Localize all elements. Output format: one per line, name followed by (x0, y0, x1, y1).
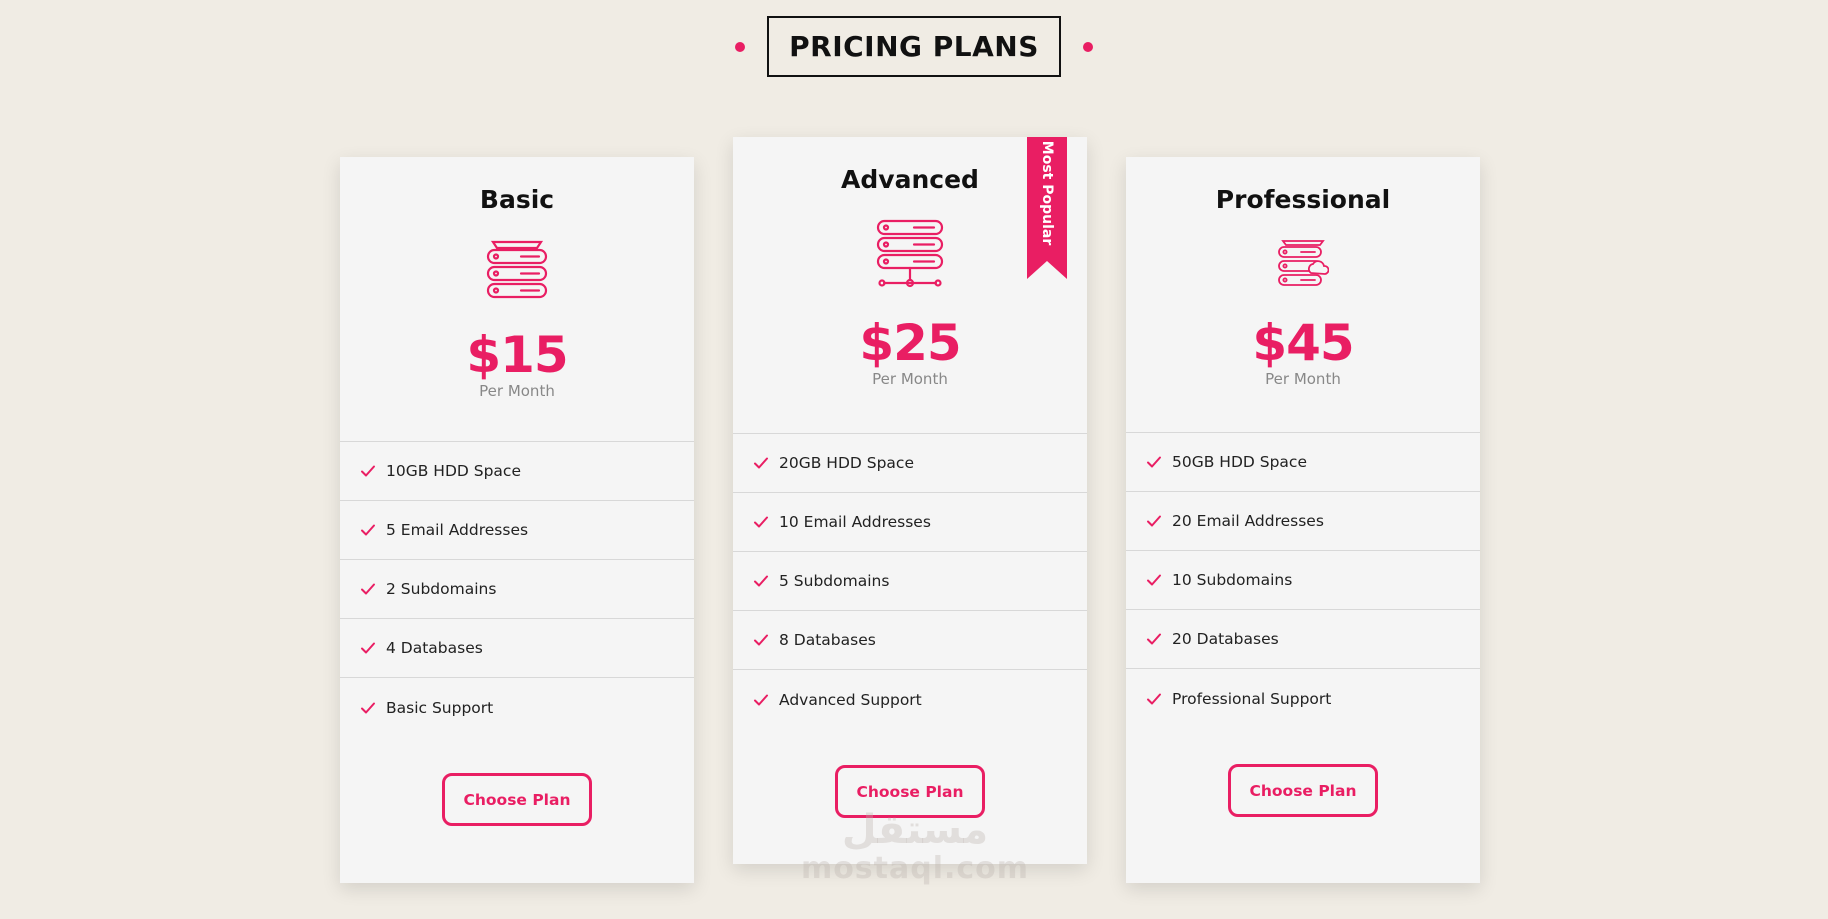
plan-period: Per Month (872, 370, 948, 388)
check-icon (1147, 633, 1161, 645)
feature-label: 10 Subdomains (1172, 571, 1293, 589)
feature-label: 20 Databases (1172, 630, 1279, 648)
pricing-card-basic: Basic $15 Per Month 10GB HDD Space 5 Ema… (340, 157, 694, 883)
check-icon (361, 524, 375, 536)
plan-price: $15 (466, 326, 568, 384)
feature-label: 5 Subdomains (779, 572, 890, 590)
check-icon (1147, 574, 1161, 586)
plan-name: Professional (1215, 185, 1391, 214)
plan-period: Per Month (479, 382, 555, 400)
plan-name: Basic (479, 185, 555, 214)
plan-price: $25 (859, 314, 961, 372)
watermark-logo: مستقل mostaql.com (800, 808, 1030, 886)
feature-label: 10 Email Addresses (779, 513, 931, 531)
check-icon (361, 642, 375, 654)
feature-list: 50GB HDD Space 20 Email Addresses 10 Sub… (1126, 432, 1480, 728)
feature-item: Advanced Support (733, 670, 1087, 729)
pricing-page: PRICING PLANS Basic $15 Per Month 10GB H… (0, 0, 1828, 919)
feature-label: 5 Email Addresses (386, 521, 529, 539)
ribbon-label: Most Popular (1039, 140, 1055, 246)
decorative-dot-right (1082, 41, 1093, 52)
feature-list: 20GB HDD Space 10 Email Addresses 5 Subd… (733, 433, 1087, 729)
feature-item: 2 Subdomains (340, 560, 694, 619)
feature-label: 20GB HDD Space (779, 454, 914, 472)
check-icon (754, 516, 768, 528)
server-stack-icon (486, 240, 548, 299)
feature-label: 50GB HDD Space (1172, 453, 1307, 471)
check-icon (361, 583, 375, 595)
feature-label: 8 Databases (779, 631, 876, 649)
feature-label: 2 Subdomains (386, 580, 497, 598)
feature-label: Professional Support (1172, 689, 1332, 708)
feature-item: 50GB HDD Space (1126, 433, 1480, 492)
feature-item: 20 Email Addresses (1126, 492, 1480, 551)
check-icon (1147, 456, 1161, 468)
section-header: PRICING PLANS (0, 16, 1828, 77)
feature-label: 10GB HDD Space (386, 462, 521, 480)
plan-price: $45 (1252, 314, 1354, 372)
check-icon (754, 457, 768, 469)
feature-item: 20GB HDD Space (733, 434, 1087, 493)
feature-list: 10GB HDD Space 5 Email Addresses 2 Subdo… (340, 441, 694, 737)
check-icon (1147, 515, 1161, 527)
feature-label: Advanced Support (779, 690, 922, 709)
feature-item: 4 Databases (340, 619, 694, 678)
choose-plan-button[interactable]: Choose Plan (1228, 764, 1378, 817)
check-icon (754, 694, 768, 705)
page-title: PRICING PLANS (767, 16, 1061, 77)
check-icon (361, 465, 375, 477)
server-cloud-icon (1278, 240, 1329, 286)
feature-item: 10 Subdomains (1126, 551, 1480, 610)
feature-item: 20 Databases (1126, 610, 1480, 669)
feature-item: 5 Email Addresses (340, 501, 694, 560)
feature-label: Basic Support (386, 698, 494, 717)
pricing-card-professional: Professional $45 Per Month 50GB HDD Spac… (1126, 157, 1480, 883)
decorative-dot-left (735, 41, 746, 52)
feature-item: Professional Support (1126, 669, 1480, 728)
feature-item: Basic Support (340, 678, 694, 737)
plan-period: Per Month (1265, 370, 1341, 388)
most-popular-ribbon: Most Popular (1027, 137, 1067, 279)
pricing-card-advanced: Advanced $25 Per Month 20GB HDD Space 10… (733, 137, 1087, 864)
watermark-logo-text: مستقل (841, 807, 989, 853)
feature-item: 5 Subdomains (733, 552, 1087, 611)
feature-item: 10 Email Addresses (733, 493, 1087, 552)
check-icon (361, 702, 375, 713)
feature-item: 8 Databases (733, 611, 1087, 670)
server-network-icon (876, 219, 944, 288)
watermark-domain: mostaql.com (800, 851, 1030, 886)
feature-label: 4 Databases (386, 639, 483, 657)
check-icon (754, 634, 768, 646)
feature-label: 20 Email Addresses (1172, 512, 1324, 530)
feature-item: 10GB HDD Space (340, 442, 694, 501)
check-icon (1147, 693, 1161, 704)
choose-plan-button[interactable]: Choose Plan (442, 773, 592, 826)
check-icon (754, 575, 768, 587)
